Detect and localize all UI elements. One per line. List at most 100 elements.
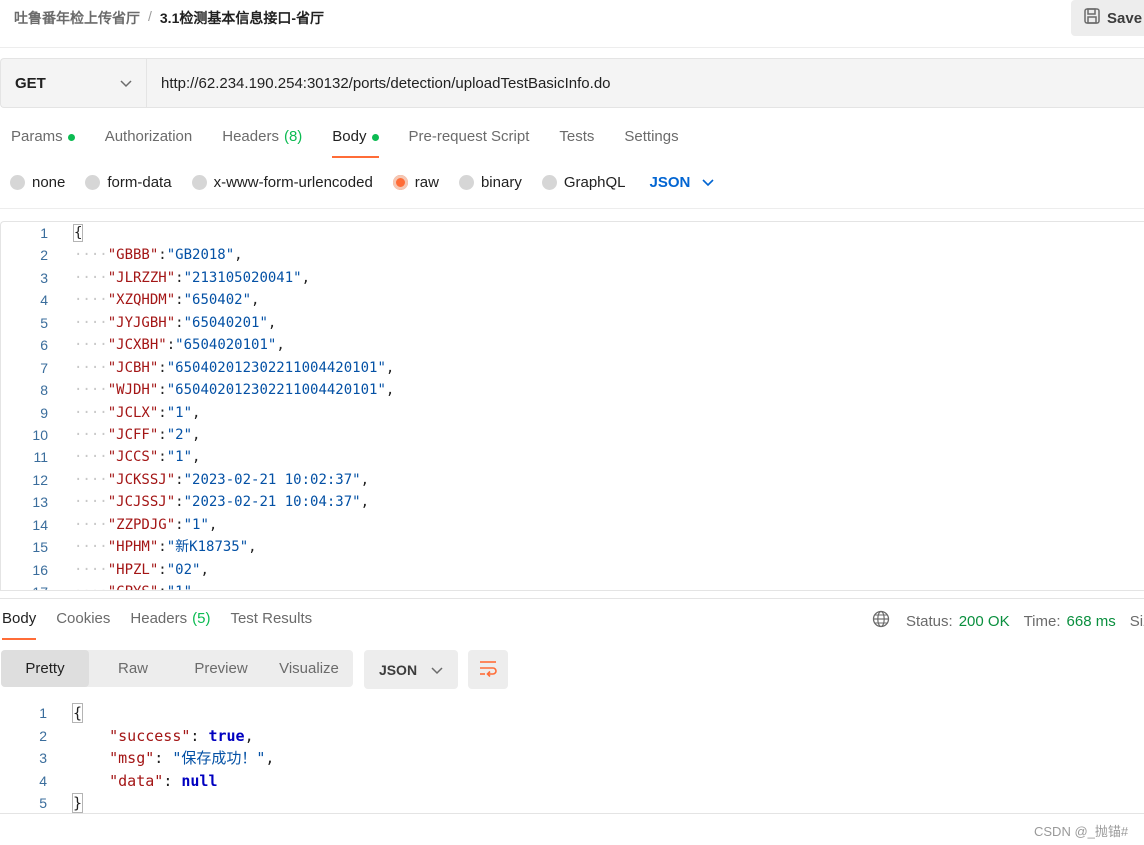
body-type-raw[interactable]: raw: [392, 174, 439, 191]
status-dot-icon: [371, 134, 379, 141]
tab-settings[interactable]: Settings: [624, 128, 678, 158]
code-text: ····"JCLX":"1",: [74, 402, 200, 424]
time-value[interactable]: 668 ms: [1067, 613, 1116, 630]
line-number: 9: [40, 404, 48, 421]
view-pretty[interactable]: Pretty: [1, 650, 89, 687]
tab-tests[interactable]: Tests: [559, 128, 594, 158]
globe-icon[interactable]: [872, 610, 890, 632]
response-body-viewer[interactable]: 1{2 "success": true, 3 "msg": "保存成功！", 4 "…: [0, 702, 1144, 814]
radio-icon: [10, 175, 25, 190]
body-type-none[interactable]: none: [10, 174, 65, 191]
json-comma: ,: [192, 404, 201, 421]
body-type-graphql[interactable]: GraphQL: [541, 174, 626, 191]
code-line: 5}: [0, 792, 1144, 813]
tab-label: Tests: [559, 128, 595, 145]
json-colon: :: [166, 337, 176, 354]
whitespace-marker: ····: [74, 404, 108, 421]
code-line: 3 "msg": "保存成功！",: [0, 747, 1144, 770]
response-format-select[interactable]: JSON: [364, 650, 458, 689]
tab-label: Test Results: [230, 610, 313, 627]
response-tab-body[interactable]: Body: [2, 610, 37, 640]
json-colon: :: [158, 247, 167, 264]
request-body-editor[interactable]: 1{2 ····"GBBB":"GB2018", 3 ····"JLRZZH":"21…: [0, 221, 1144, 591]
view-visualize[interactable]: Visualize: [265, 650, 353, 687]
whitespace-marker: ····: [74, 494, 108, 511]
response-pane-divider[interactable]: [0, 598, 1144, 599]
json-comma: ,: [385, 382, 395, 399]
body-type-label: binary: [480, 174, 522, 191]
response-tab-headers[interactable]: Headers (5): [130, 610, 210, 640]
body-language-select[interactable]: JSON: [650, 174, 715, 191]
code-line: 2 "success": true,: [0, 725, 1144, 748]
line-number: 14: [32, 516, 48, 533]
whitespace-marker: ····: [74, 269, 108, 286]
response-tab-cookies[interactable]: Cookies: [56, 610, 110, 640]
whitespace-marker: ····: [74, 337, 108, 354]
json-value: "650402012302211004420101": [166, 359, 386, 376]
view-preview[interactable]: Preview: [177, 650, 265, 687]
code-line: 2 ····"GBBB":"GB2018",: [1, 244, 1144, 266]
json-value: "213105020041": [183, 269, 302, 286]
status-label: Status:: [906, 612, 953, 630]
breadcrumb-request-name[interactable]: 3.1检测基本信息接口-省厅: [160, 8, 324, 28]
json-comma: ,: [248, 539, 257, 556]
tab-body[interactable]: Body: [332, 128, 379, 158]
chevron-down-icon: [120, 75, 132, 92]
code-line: 1{: [0, 702, 1144, 725]
body-type-x-www-form-urlencoded[interactable]: x-www-form-urlencoded: [191, 174, 373, 191]
body-type-label: raw: [414, 174, 439, 191]
json-comma: ,: [360, 471, 370, 488]
json-key: "HPHM": [107, 539, 159, 556]
json-key: "data": [109, 771, 164, 790]
json-key: "JYJGBH": [107, 314, 176, 331]
whitespace-marker: ····: [74, 314, 108, 331]
watermark: CSDN @_抛锚#: [1034, 824, 1129, 839]
code-text: ····"JLRZZH":"213105020041",: [74, 267, 310, 289]
tab-headers[interactable]: Headers (8): [222, 128, 302, 158]
body-type-list: none form-data x-www-form-urlencoded raw bin…: [10, 174, 646, 191]
save-button[interactable]: Save: [1071, 0, 1144, 36]
json-value: true: [208, 726, 245, 745]
url-input[interactable]: http://62.234.190.254:30132/ports/detect…: [147, 59, 1144, 107]
code-text: "data": null: [73, 770, 217, 793]
line-number: 1: [39, 705, 47, 721]
code-text: ····"JCCS":"1",: [74, 446, 200, 468]
line-number: 11: [33, 449, 48, 466]
json-colon: :: [158, 426, 167, 443]
whitespace-marker: ····: [74, 247, 108, 264]
json-key: "JCKSSJ": [107, 471, 176, 488]
json-colon: :: [175, 516, 184, 533]
tab-authorization[interactable]: Authorization: [105, 128, 193, 158]
line-number: 3: [39, 750, 47, 766]
wrap-lines-icon: [478, 659, 498, 681]
json-key: "WJDH": [107, 382, 159, 399]
view-raw[interactable]: Raw: [89, 650, 177, 687]
wrap-lines-button[interactable]: [468, 650, 508, 689]
code-text: ····"JCBH":"650402012302211004420101",: [74, 357, 394, 379]
radio-icon: [458, 175, 474, 190]
json-colon: :: [190, 726, 209, 745]
tab-count: (8): [283, 128, 303, 145]
tab-label: Headers: [130, 610, 188, 627]
body-type-binary[interactable]: binary: [458, 174, 522, 191]
body-type-label: none: [32, 174, 66, 191]
breadcrumb-collection[interactable]: 吐鲁番年检上传省厅: [14, 8, 140, 28]
radio-icon: [85, 175, 101, 190]
tab-label: Body: [332, 128, 367, 145]
tab-params[interactable]: Params: [11, 128, 75, 158]
code-line: 16 ····"HPZL":"02",: [1, 559, 1144, 581]
whitespace-marker: ····: [74, 449, 108, 466]
json-comma: ,: [234, 247, 243, 264]
json-value: "2": [166, 426, 193, 443]
response-tab-test-results[interactable]: Test Results: [230, 610, 312, 640]
code-line: 7 ····"JCBH":"650402012302211004420101",: [1, 357, 1144, 379]
size-label: Siz: [1129, 612, 1144, 630]
tab-pre-request-script[interactable]: Pre-request Script: [409, 128, 530, 158]
status-value[interactable]: 200 OK: [959, 613, 1010, 630]
json-key: "JCBH": [107, 359, 159, 376]
json-key: "ZZPDJG": [107, 516, 176, 533]
method-select[interactable]: GET: [1, 59, 147, 107]
body-type-form-data[interactable]: form-data: [85, 174, 172, 191]
code-text: ····"ZZPDJG":"1",: [74, 514, 217, 536]
request-header: 吐鲁番年检上传省厅 / 3.1检测基本信息接口-省厅 Save: [0, 0, 1144, 36]
